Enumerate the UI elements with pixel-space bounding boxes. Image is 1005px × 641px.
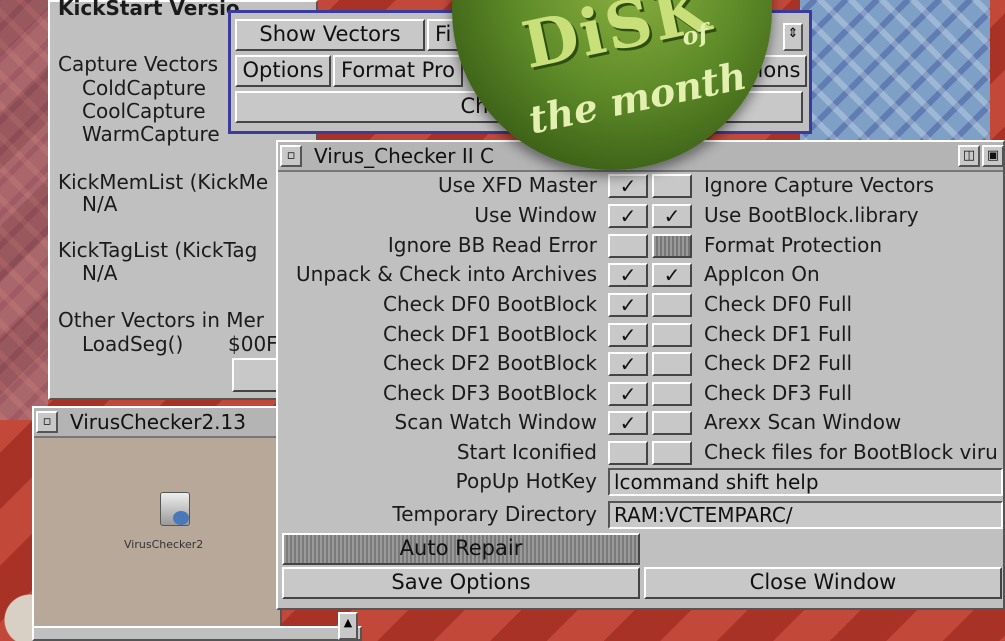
checkbox-bootblock-library[interactable]: ✓ <box>652 204 692 228</box>
checkbox-df1-bootblock[interactable]: ✓ <box>608 323 648 347</box>
options-button[interactable]: Options <box>235 55 331 87</box>
viruschecker-icon-titlebar[interactable]: ▫ VirusChecker2.13 <box>34 408 280 438</box>
drive-icon-label: VirusChecker2 <box>124 538 204 551</box>
checkbox-df1-full[interactable] <box>652 323 692 347</box>
show-vectors-button[interactable]: Show Vectors <box>235 19 425 51</box>
checkbox-df0-full[interactable] <box>652 293 692 317</box>
temp-directory-field[interactable]: RAM:VCTEMPARC/ <box>608 501 1003 529</box>
popup-hotkey-label: PopUp HotKey <box>455 469 597 493</box>
scroll-up-icon[interactable]: ▲ <box>338 612 358 640</box>
option-label-df3-full: Check DF3 Full <box>704 381 853 405</box>
option-label-ignore-capture: Ignore Capture Vectors <box>704 173 934 197</box>
kicktaglist-label: KickTagList (KickTag <box>58 238 258 262</box>
loadseg-label: LoadSeg() <box>82 332 184 356</box>
badge-of-text: of <box>679 17 712 52</box>
option-label-df1-bootblock: Check DF1 BootBlock <box>383 322 597 346</box>
option-label-ignore-bb: Ignore BB Read Error <box>387 233 597 257</box>
checkbox-scan-watch[interactable]: ✓ <box>608 411 648 435</box>
close-icon[interactable]: ▫ <box>280 145 302 167</box>
scroll-arrows-icon[interactable]: ⇕ <box>783 23 803 51</box>
checkbox-check-files-bootblock[interactable] <box>652 441 692 465</box>
other-vectors-label: Other Vectors in Mer <box>58 308 265 332</box>
option-label-df1-full: Check DF1 Full <box>704 322 853 346</box>
capture-item-cool: CoolCapture <box>82 99 206 123</box>
kickmemlist-value: N/A <box>82 192 118 216</box>
kicktaglist-value: N/A <box>82 261 118 285</box>
desktop-pattern-top-right <box>800 0 990 140</box>
virus-checker-main-window: ▫ Virus_Checker II C ◫ ▣ Use XFD Master … <box>276 140 1005 610</box>
kickstart-title: KickStart Versio <box>58 0 240 20</box>
checkbox-start-iconified[interactable] <box>608 441 648 465</box>
format-protection-button[interactable]: Format Pro <box>333 55 463 87</box>
checkbox-df3-bootblock[interactable]: ✓ <box>608 382 648 406</box>
checkbox-df2-full[interactable] <box>652 352 692 376</box>
capture-item-warm: WarmCapture <box>82 122 220 146</box>
checkbox-df0-bootblock[interactable]: ✓ <box>608 293 648 317</box>
viruschecker-icon-window: ▫ VirusChecker2.13 <box>32 406 282 641</box>
option-label-df2-bootblock: Check DF2 BootBlock <box>383 351 597 375</box>
checkbox-unpack[interactable]: ✓ <box>608 263 648 287</box>
popup-hotkey-field[interactable]: lcommand shift help <box>608 468 1003 496</box>
checkbox-df3-full[interactable] <box>652 382 692 406</box>
checkbox-ignore-bb[interactable] <box>608 234 648 258</box>
checkbox-use-window[interactable]: ✓ <box>608 204 648 228</box>
option-label-df2-full: Check DF2 Full <box>704 351 853 375</box>
auto-repair-button[interactable]: Auto Repair <box>282 533 640 565</box>
horizontal-scrollbar[interactable] <box>32 626 362 641</box>
option-label-use-window: Use Window <box>474 203 597 227</box>
main-window-title: Virus_Checker II C <box>314 144 494 168</box>
depth-icon[interactable]: ▣ <box>982 145 1004 167</box>
option-label-start-iconified: Start Iconified <box>456 440 597 464</box>
save-options-button[interactable]: Save Options <box>282 567 640 599</box>
loadseg-value: $00F <box>228 332 278 356</box>
option-label-df3-bootblock: Check DF3 BootBlock <box>383 381 597 405</box>
close-window-button[interactable]: Close Window <box>644 567 1002 599</box>
checkbox-use-xfd[interactable]: ✓ <box>608 174 648 198</box>
checkbox-format-protection[interactable] <box>652 234 692 258</box>
option-label-unpack: Unpack & Check into Archives <box>296 262 597 286</box>
checkbox-appicon[interactable]: ✓ <box>652 263 692 287</box>
option-label-arexx-scan: Arexx Scan Window <box>704 410 902 434</box>
option-label-df0-full: Check DF0 Full <box>704 292 853 316</box>
checkbox-df2-bootblock[interactable]: ✓ <box>608 352 648 376</box>
capture-vectors-header: Capture Vectors <box>58 52 219 76</box>
option-label-appicon: AppIcon On <box>704 262 820 286</box>
checkbox-arexx-scan[interactable] <box>652 411 692 435</box>
checkbox-ignore-capture[interactable] <box>652 174 692 198</box>
hard-drive-icon[interactable] <box>160 492 190 526</box>
option-label-use-xfd: Use XFD Master <box>438 173 597 197</box>
temp-directory-label: Temporary Directory <box>392 502 597 526</box>
capture-item-cold: ColdCapture <box>82 76 206 100</box>
viruschecker-icon-title: VirusChecker2.13 <box>70 410 246 434</box>
option-label-format-protection: Format Protection <box>704 233 883 257</box>
option-label-scan-watch: Scan Watch Window <box>394 410 597 434</box>
option-label-bootblock-library: Use BootBlock.library <box>704 203 919 227</box>
zoom-icon[interactable]: ◫ <box>958 145 980 167</box>
option-label-check-files-bootblock: Check files for BootBlock viru <box>704 440 998 464</box>
desktop-pattern-left <box>0 0 48 420</box>
close-icon[interactable]: ▫ <box>36 411 58 433</box>
option-label-df0-bootblock: Check DF0 BootBlock <box>383 292 597 316</box>
kickmemlist-label: KickMemList (KickMe <box>58 170 269 194</box>
